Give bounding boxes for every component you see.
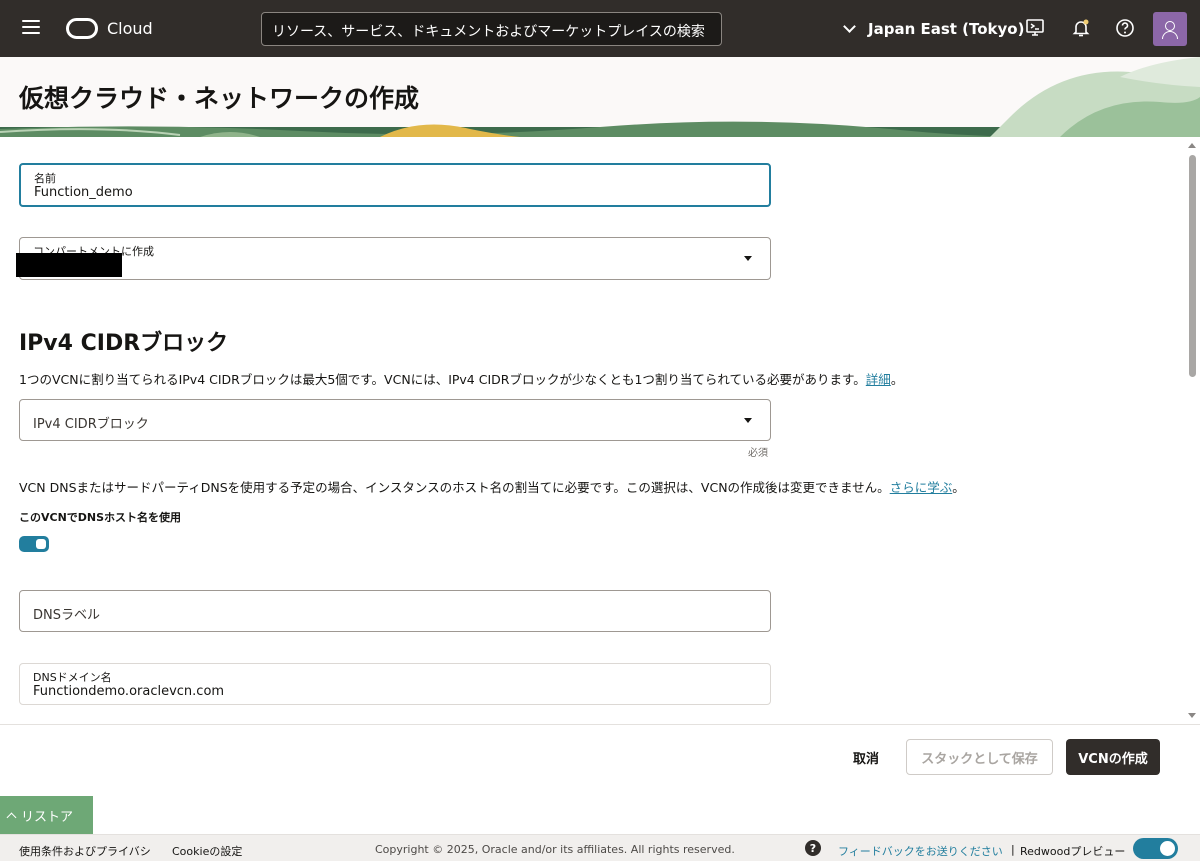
dns-domain-field: DNSドメイン名 Functiondemo.oraclevcn.com: [19, 663, 771, 705]
redacted-compartment-value: [16, 253, 122, 277]
redwood-preview-toggle[interactable]: [1133, 838, 1178, 859]
page-title: 仮想クラウド・ネットワークの作成: [19, 84, 420, 113]
dns-hostname-toggle[interactable]: [19, 536, 49, 552]
footer-separator: |: [1011, 843, 1015, 856]
caret-down-icon: [744, 418, 752, 423]
ipv4-cidr-placeholder: IPv4 CIDRブロック: [33, 417, 149, 432]
name-field[interactable]: 名前 Function_demo: [19, 163, 771, 207]
cloud-shell-icon[interactable]: [1025, 18, 1045, 38]
create-vcn-button[interactable]: VCNの作成: [1066, 739, 1160, 775]
region-label: Japan East (Tokyo): [868, 20, 1025, 38]
avatar-icon[interactable]: [1153, 12, 1187, 46]
terms-privacy-link[interactable]: 使用条件およびプライバシ: [19, 843, 151, 859]
chevron-down-icon: [843, 20, 856, 33]
name-label: 名前: [34, 172, 56, 185]
oracle-logo-icon[interactable]: [66, 18, 98, 39]
learn-more-link[interactable]: さらに学ぶ: [890, 480, 953, 495]
bell-icon[interactable]: [1071, 18, 1091, 38]
feedback-link[interactable]: フィードバックをお送りください: [838, 843, 1003, 859]
dns-description-text: VCN DNSまたはサードパーティDNSを使用する予定の場合、インスタンスのホス…: [19, 480, 890, 495]
dns-description-end: 。: [952, 480, 965, 495]
dns-description: VCN DNSまたはサードパーティDNSを使用する予定の場合、インスタンスのホス…: [19, 477, 965, 496]
name-input[interactable]: Function_demo: [34, 185, 133, 200]
dns-domain-label: DNSドメイン名: [33, 671, 112, 684]
chevron-up-icon: [6, 812, 17, 822]
dns-domain-value: Functiondemo.oraclevcn.com: [33, 684, 225, 699]
cancel-button[interactable]: 取消: [838, 739, 894, 775]
ipv4-description: 1つのVCNに割り当てられるIPv4 CIDRブロックは最大5個です。VCNには…: [19, 369, 903, 388]
help-icon[interactable]: [1115, 18, 1135, 38]
brand-label[interactable]: Cloud: [107, 19, 153, 38]
footer: 使用条件およびプライバシ Cookieの設定 Copyright © 2025,…: [0, 834, 1200, 861]
hamburger-icon[interactable]: [22, 20, 40, 36]
scroll-down-arrow-icon[interactable]: [1188, 713, 1196, 718]
required-hint: 必須: [748, 448, 768, 459]
dns-hostname-toggle-label: このVCNでDNSホスト名を使用: [19, 511, 182, 524]
scroll-up-arrow-icon[interactable]: [1188, 143, 1196, 148]
dns-label-placeholder: DNSラベル: [33, 608, 100, 623]
ipv4-section-heading: IPv4 CIDRブロック: [19, 331, 229, 356]
top-navigation-bar: Cloud リソース、サービス、ドキュメントおよびマーケットプレイスの検索 Ja…: [0, 0, 1200, 57]
restore-label: リストア: [21, 809, 74, 825]
compartment-select[interactable]: コンパートメントに作成: [19, 237, 771, 280]
save-as-stack-button[interactable]: スタックとして保存: [906, 739, 1053, 775]
cookie-settings-link[interactable]: Cookieの設定: [172, 843, 242, 859]
ipv4-description-text: 1つのVCNに割り当てられるIPv4 CIDRブロックは最大5個です。VCNには…: [19, 372, 866, 387]
region-selector[interactable]: Japan East (Tokyo): [843, 20, 1024, 38]
page-header: 仮想クラウド・ネットワークの作成: [0, 57, 1200, 137]
dns-label-input[interactable]: DNSラベル: [19, 590, 771, 632]
ipv4-details-link[interactable]: 詳細: [866, 372, 891, 387]
ipv4-description-end: 。: [890, 372, 904, 387]
help-icon[interactable]: ?: [805, 840, 821, 856]
scrollbar-thumb[interactable]: [1189, 155, 1196, 377]
copyright-text: Copyright © 2025, Oracle and/or its affi…: [375, 843, 735, 856]
restore-tab[interactable]: リストア: [0, 796, 93, 834]
caret-down-icon: [744, 256, 752, 261]
redwood-preview-label: Redwoodプレビュー: [1020, 845, 1126, 858]
ipv4-cidr-select[interactable]: IPv4 CIDRブロック: [19, 399, 771, 441]
search-input[interactable]: リソース、サービス、ドキュメントおよびマーケットプレイスの検索: [261, 12, 722, 46]
